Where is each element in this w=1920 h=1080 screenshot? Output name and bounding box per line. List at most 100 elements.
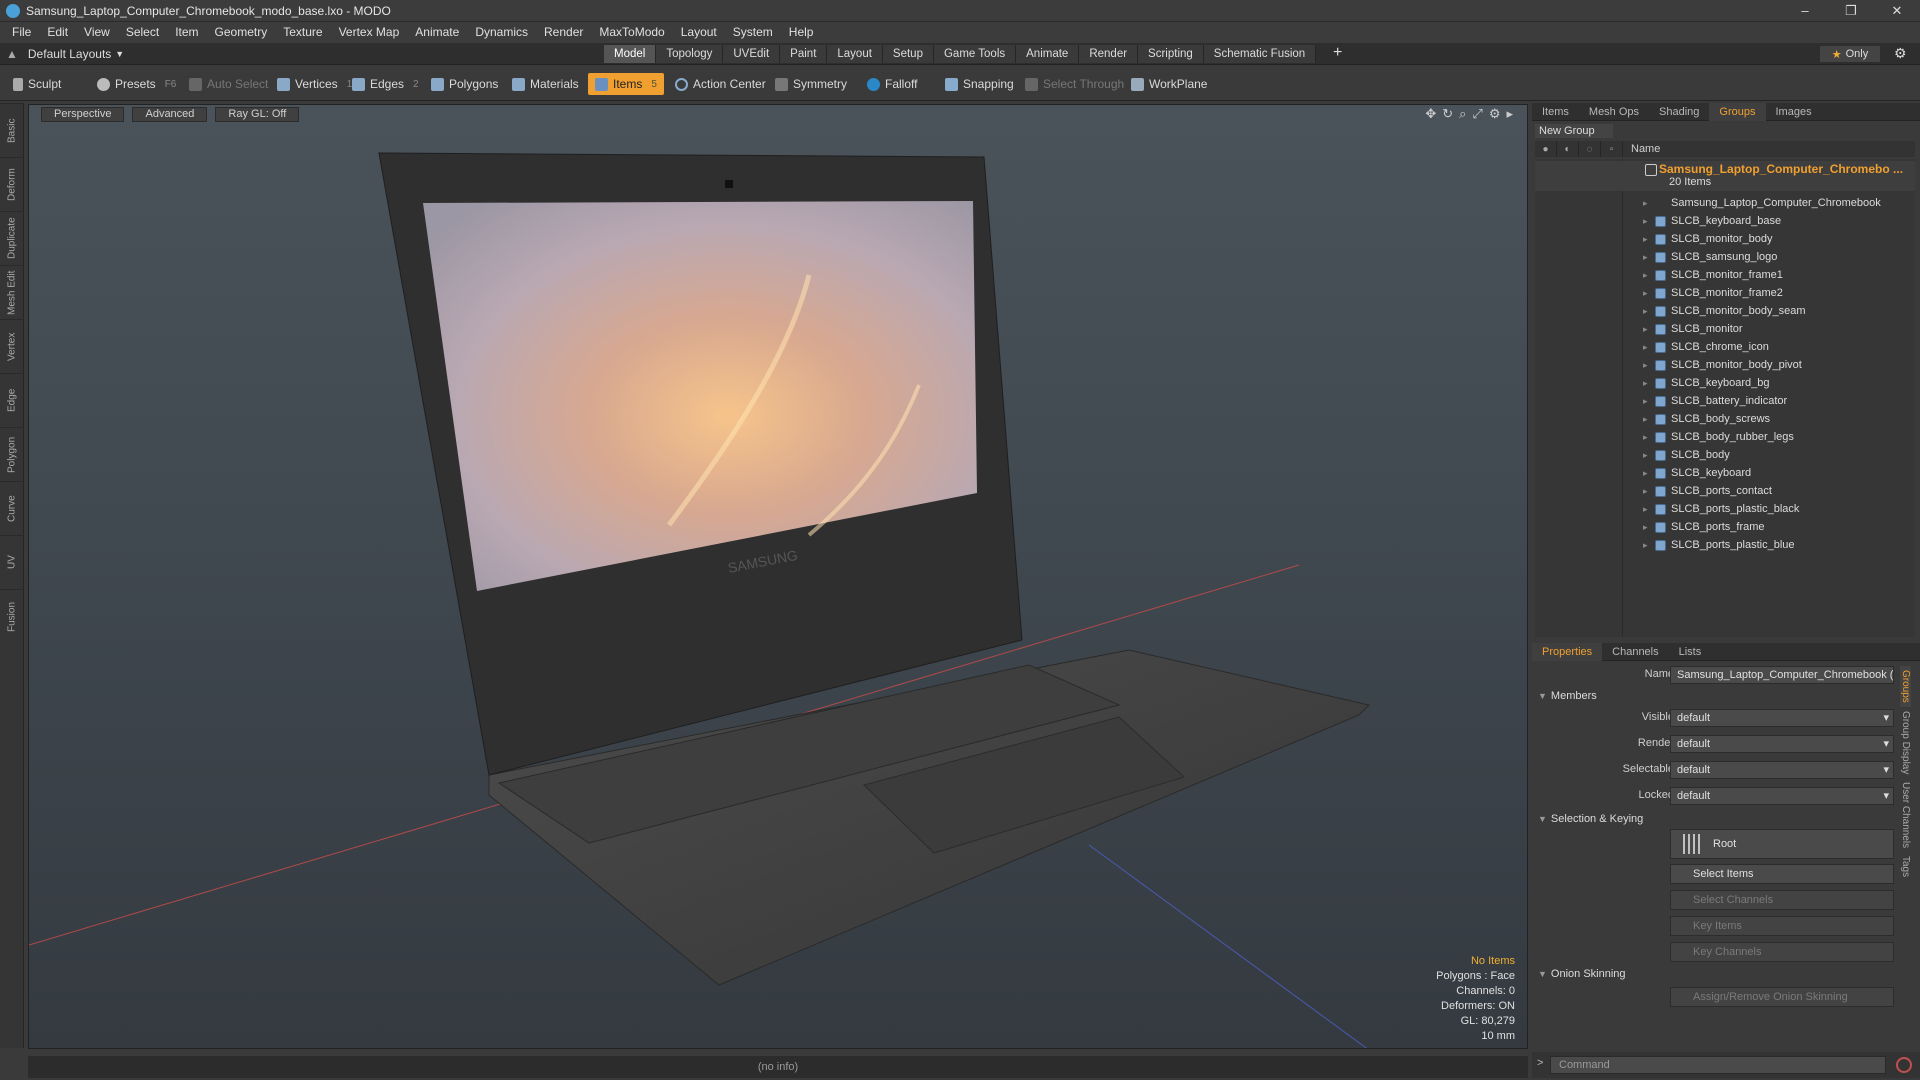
list-item[interactable]: ▸ SLCB_monitor_body <box>1535 230 1915 248</box>
tab-mesh-edit[interactable]: Mesh Edit <box>0 265 24 319</box>
list-item[interactable]: ▸ Samsung_Laptop_Computer_Chromebook <box>1535 194 1915 212</box>
tab-polygon[interactable]: Polygon <box>0 427 24 481</box>
name-field[interactable]: Samsung_Laptop_Computer_Chromebook (: <box>1670 666 1894 684</box>
list-item[interactable]: ▸ SLCB_ports_plastic_blue <box>1535 536 1915 554</box>
close-button[interactable]: ✕ <box>1874 0 1920 22</box>
rotate-icon[interactable]: ↻ <box>1442 106 1453 122</box>
menu-render[interactable]: Render <box>536 22 591 43</box>
list-item[interactable]: ▸ SLCB_ports_frame <box>1535 518 1915 536</box>
menu-item[interactable]: Item <box>167 22 206 43</box>
expand-icon[interactable]: ▸ <box>1643 392 1648 410</box>
tab-game-tools[interactable]: Game Tools <box>933 45 1017 63</box>
tab-schematic-fusion[interactable]: Schematic Fusion <box>1203 45 1317 63</box>
expand-icon[interactable]: ▸ <box>1643 464 1648 482</box>
key-items-button[interactable]: Key Items <box>1670 916 1894 936</box>
tab-uvedit[interactable]: UVEdit <box>723 45 781 63</box>
list-item[interactable]: ▸ SLCB_keyboard_base <box>1535 212 1915 230</box>
expand-icon[interactable]: ▸ <box>1643 194 1648 212</box>
gear-icon[interactable]: ⚙ <box>1894 45 1907 62</box>
tab-setup[interactable]: Setup <box>882 45 934 63</box>
expand-icon[interactable]: ▸ <box>1643 320 1648 338</box>
list-item[interactable]: ▸ SLCB_ports_plastic_black <box>1535 500 1915 518</box>
tab-edge[interactable]: Edge <box>0 373 24 427</box>
new-group-button[interactable]: New Group <box>1535 124 1613 138</box>
viewport-menu-icon[interactable]: ▸ <box>1506 106 1513 122</box>
falloff-button[interactable]: Falloff <box>860 73 924 95</box>
menu-texture[interactable]: Texture <box>275 22 330 43</box>
tab-fusion[interactable]: Fusion <box>0 589 24 643</box>
snapping-button[interactable]: Snapping <box>938 73 1021 95</box>
expand-icon[interactable]: ▸ <box>1643 500 1648 518</box>
tab-shading[interactable]: Shading <box>1649 103 1709 121</box>
shading-advanced-button[interactable]: Advanced <box>132 106 208 122</box>
pan-icon[interactable]: ✥ <box>1425 106 1436 122</box>
sculpt-button[interactable]: Sculpt <box>6 73 68 95</box>
tab-vertex[interactable]: Vertex <box>0 319 24 373</box>
polygons-button[interactable]: Polygons <box>424 73 505 95</box>
tab-render[interactable]: Render <box>1079 45 1139 63</box>
visible-dropdown[interactable]: default ▾ <box>1670 709 1894 727</box>
auto-select-button[interactable]: Auto Select <box>182 73 275 95</box>
list-item[interactable]: ▸ SLCB_monitor_frame2 <box>1535 284 1915 302</box>
command-input[interactable]: Command <box>1550 1056 1886 1074</box>
viewport-gear-icon[interactable]: ⚙ <box>1489 106 1501 122</box>
symmetry-button[interactable]: Symmetry <box>768 73 854 95</box>
presets-button[interactable]: Presets F6 <box>90 73 183 95</box>
menu-animate[interactable]: Animate <box>407 22 467 43</box>
menu-system[interactable]: System <box>725 22 781 43</box>
restore-button[interactable]: ❐ <box>1828 0 1874 22</box>
selection-keying-section[interactable]: ▼ Selection & Keying <box>1538 811 1914 827</box>
list-item[interactable]: ▸ SLCB_monitor <box>1535 320 1915 338</box>
expand-icon[interactable]: ▸ <box>1643 482 1648 500</box>
tab-deform[interactable]: Deform <box>0 157 24 211</box>
action-center-button[interactable]: Action Center <box>668 73 773 95</box>
edges-button[interactable]: Edges 2 <box>345 73 426 95</box>
selectable-dropdown[interactable]: default ▾ <box>1670 761 1894 779</box>
stop-icon[interactable] <box>1896 1057 1912 1073</box>
expand-icon[interactable]: ▸ <box>1643 518 1648 536</box>
minimize-button[interactable]: – <box>1782 0 1828 22</box>
tab-properties[interactable]: Properties <box>1532 642 1603 661</box>
locked-dropdown[interactable]: default ▾ <box>1670 787 1894 805</box>
menu-file[interactable]: File <box>4 22 39 43</box>
raygl-button[interactable]: Ray GL: Off <box>215 106 300 122</box>
only-toggle[interactable]: ★ Only <box>1820 46 1880 62</box>
tab-curve[interactable]: Curve <box>0 481 24 535</box>
expand-icon[interactable]: ▸ <box>1643 248 1648 266</box>
tab-topology[interactable]: Topology <box>656 45 724 63</box>
tab-channels[interactable]: Channels <box>1602 643 1668 661</box>
zoom-icon[interactable]: ⌕ <box>1459 106 1466 122</box>
eye-icon[interactable]: ● <box>1535 141 1557 157</box>
expand-icon[interactable]: ▸ <box>1643 446 1648 464</box>
materials-button[interactable]: Materials <box>505 73 586 95</box>
onion-skinning-button[interactable]: Assign/Remove Onion Skinning <box>1670 987 1894 1007</box>
select-items-button[interactable]: Select Items <box>1670 864 1894 884</box>
side-tab-tags[interactable]: Tags <box>1900 852 1911 881</box>
list-item[interactable]: ▸ SLCB_battery_indicator <box>1535 392 1915 410</box>
expand-icon[interactable]: ▸ <box>1643 374 1648 392</box>
list-item[interactable]: ▸ SLCB_monitor_body_pivot <box>1535 356 1915 374</box>
menu-geometry[interactable]: Geometry <box>207 22 276 43</box>
expand-icon[interactable]: ▸ <box>1643 338 1648 356</box>
tab-paint[interactable]: Paint <box>780 45 828 63</box>
items-button[interactable]: Items 5 <box>588 73 664 95</box>
list-item[interactable]: ▸ SLCB_body_screws <box>1535 410 1915 428</box>
select-through-button[interactable]: Select Through <box>1018 73 1131 95</box>
menu-layout[interactable]: Layout <box>673 22 725 43</box>
tab-model[interactable]: Model <box>604 45 657 63</box>
expand-icon[interactable]: ▸ <box>1643 428 1648 446</box>
side-tab-group-display[interactable]: Group Display <box>1900 707 1911 778</box>
tab-basic[interactable]: Basic <box>0 103 24 157</box>
select-icon[interactable]: ▫ <box>1601 141 1623 157</box>
menu-edit[interactable]: Edit <box>39 22 76 43</box>
group-row[interactable]: Samsung_Laptop_Computer_Chromebo ... 20 … <box>1535 161 1915 191</box>
menu-view[interactable]: View <box>76 22 118 43</box>
tab-scripting[interactable]: Scripting <box>1138 45 1204 63</box>
tab-images[interactable]: Images <box>1766 103 1822 121</box>
list-item[interactable]: ▸ SLCB_keyboard_bg <box>1535 374 1915 392</box>
expand-icon[interactable]: ▸ <box>1643 212 1648 230</box>
menu-vertex-map[interactable]: Vertex Map <box>331 22 408 43</box>
menu-maxtomodo[interactable]: MaxToModo <box>591 22 672 43</box>
expand-icon[interactable]: ▸ <box>1643 536 1648 554</box>
tab-animate[interactable]: Animate <box>1016 45 1080 63</box>
